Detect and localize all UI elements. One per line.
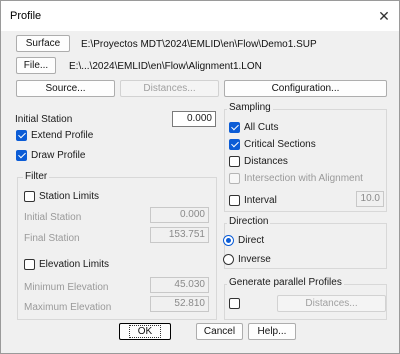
direct-radio[interactable]: [223, 235, 234, 246]
intersection-checkbox[interactable]: [229, 173, 240, 184]
ok-label: OK: [128, 325, 162, 338]
filter-final-station-label: Final Station: [24, 233, 80, 244]
critical-sections-label[interactable]: Critical Sections: [244, 139, 316, 150]
station-limits-checkbox[interactable]: [24, 191, 35, 202]
min-elevation-label: Minimum Elevation: [24, 282, 109, 293]
inverse-label[interactable]: Inverse: [238, 254, 271, 265]
interval-label[interactable]: Interval: [244, 195, 277, 206]
all-cuts-label[interactable]: All Cuts: [244, 122, 278, 133]
surface-path: E:\Proyectos MDT\2024\EMLID\en\Flow\Demo…: [81, 39, 317, 50]
initial-station-label: Initial Station: [15, 114, 73, 125]
distances-label[interactable]: Distances: [244, 156, 288, 167]
interval-checkbox[interactable]: [229, 195, 240, 206]
parallel-title: Generate parallel Profiles: [227, 277, 344, 288]
filter-title: Filter: [23, 171, 50, 182]
cancel-button[interactable]: Cancel: [196, 323, 243, 340]
draw-profile-checkbox[interactable]: [16, 150, 27, 161]
title-bar: Profile ✕: [1, 1, 399, 31]
window-title: Profile: [10, 10, 42, 22]
inverse-radio[interactable]: [223, 254, 234, 265]
filter-initial-station-label: Initial Station: [24, 212, 82, 223]
help-button[interactable]: Help...: [248, 323, 296, 340]
interval-input[interactable]: 10.0: [356, 191, 384, 207]
close-icon[interactable]: ✕: [373, 5, 395, 27]
elevation-limits-checkbox[interactable]: [24, 259, 35, 270]
ok-button[interactable]: OK: [119, 323, 171, 340]
draw-profile-label[interactable]: Draw Profile: [31, 150, 85, 161]
direction-title: Direction: [227, 216, 271, 227]
sampling-title: Sampling: [227, 102, 273, 113]
source-button[interactable]: Source...: [16, 80, 115, 97]
file-button[interactable]: File...: [16, 57, 56, 74]
parallel-checkbox[interactable]: [229, 298, 240, 309]
distances-button[interactable]: Distances...: [120, 80, 219, 97]
direct-label[interactable]: Direct: [238, 235, 264, 246]
filter-final-station-input[interactable]: 153.751: [150, 227, 209, 243]
distances-checkbox[interactable]: [229, 156, 240, 167]
intersection-label[interactable]: Intersection with Alignment: [244, 173, 363, 184]
extend-profile-checkbox[interactable]: [16, 130, 27, 141]
all-cuts-checkbox[interactable]: [229, 122, 240, 133]
elevation-limits-label[interactable]: Elevation Limits: [39, 259, 109, 270]
filter-initial-station-input[interactable]: 0.000: [150, 207, 209, 223]
surface-button[interactable]: Surface: [16, 35, 70, 52]
parallel-distances-button[interactable]: Distances...: [277, 295, 386, 312]
extend-profile-label[interactable]: Extend Profile: [31, 130, 93, 141]
max-elevation-label: Maximum Elevation: [24, 302, 112, 313]
initial-station-input[interactable]: 0.000: [172, 111, 216, 127]
file-path: E:\...\2024\EMLID\en\Flow\Alignment1.LON: [69, 61, 262, 72]
min-elevation-input[interactable]: 45.030: [150, 277, 209, 293]
critical-sections-checkbox[interactable]: [229, 139, 240, 150]
profile-dialog: Profile ✕ Surface E:\Proyectos MDT\2024\…: [0, 0, 400, 354]
station-limits-label[interactable]: Station Limits: [39, 191, 99, 202]
configuration-button[interactable]: Configuration...: [224, 80, 387, 97]
max-elevation-input[interactable]: 52.810: [150, 296, 209, 312]
